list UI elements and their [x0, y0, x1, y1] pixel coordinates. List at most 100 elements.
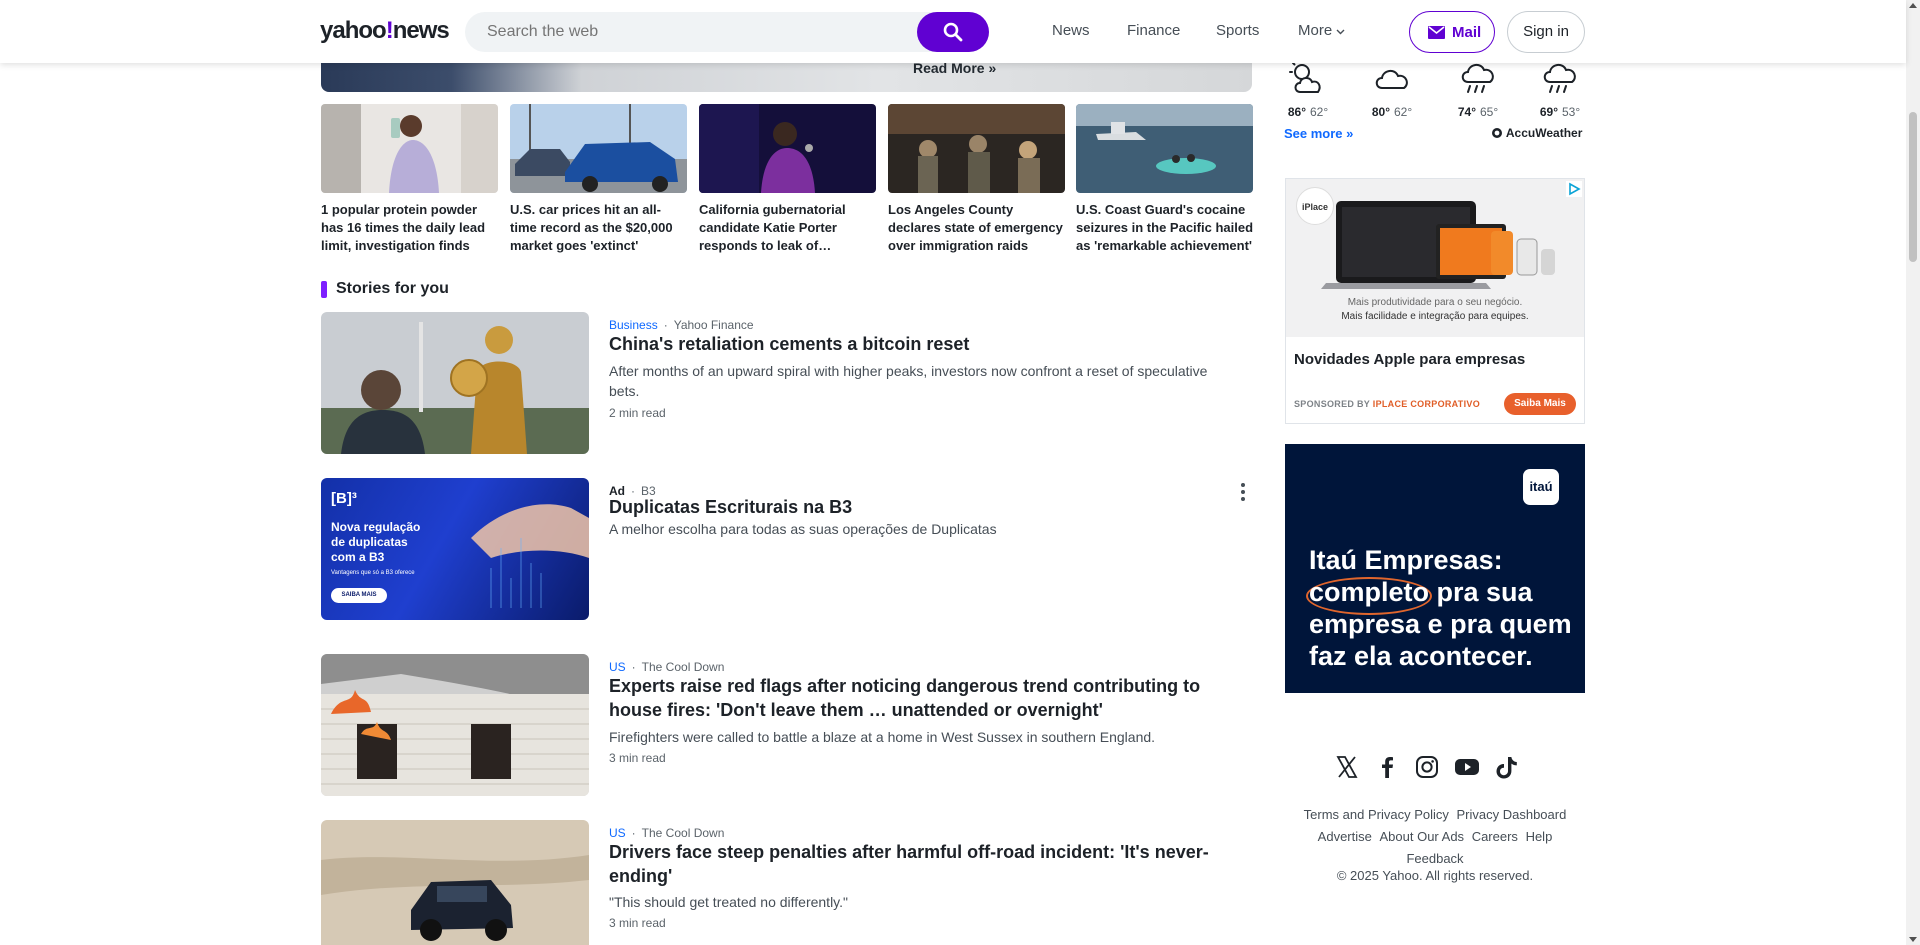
weather-see-more-link[interactable]: See more »	[1284, 126, 1353, 141]
story-item[interactable]: Business · Yahoo Finance China's retaliati…	[321, 312, 1252, 454]
story-description: Firefighters were called to battle a bla…	[609, 729, 1156, 745]
ad-story-item[interactable]: [B]³ Nova regulação de duplicatas com a …	[321, 478, 1252, 620]
search-box	[465, 12, 989, 52]
iplace-cta-button[interactable]: Saiba Mais	[1504, 393, 1576, 415]
logo-prefix: yahoo	[320, 17, 387, 44]
itau-ad-copy: Itaú Empresas: completo pra sua empresa …	[1309, 545, 1572, 671]
nav-sports[interactable]: Sports	[1216, 22, 1259, 39]
story-read-time: 3 min read	[609, 751, 666, 765]
story-title[interactable]: Duplicatas Escriturais na B3	[609, 495, 1229, 519]
instagram-icon[interactable]	[1414, 754, 1440, 780]
footer-link[interactable]: Feedback	[1406, 851, 1463, 866]
story-meta: US · The Cool Down	[609, 826, 725, 840]
story-meta: Business · Yahoo Finance	[609, 318, 754, 332]
page-scrollbar[interactable]	[1906, 0, 1920, 945]
search-icon	[943, 22, 963, 42]
weather-high: 74°	[1457, 105, 1476, 119]
iplace-sponsored-by: SPONSORED BY IPLACE CORPORATIVO	[1294, 399, 1480, 409]
weather-day[interactable]: 80° 62°	[1366, 58, 1418, 119]
footer-link[interactable]: Careers	[1472, 829, 1518, 844]
story-title[interactable]: China's retaliation cements a bitcoin re…	[609, 332, 1229, 356]
partly-sunny-icon	[1289, 58, 1321, 93]
story-meta: US · The Cool Down	[609, 660, 725, 674]
facebook-icon[interactable]	[1374, 754, 1400, 780]
x-icon[interactable]	[1334, 754, 1360, 780]
weather-day[interactable]: 86° 62°	[1282, 58, 1334, 119]
story-item[interactable]: US · The Cool Down Experts raise red flags…	[321, 654, 1252, 796]
weather-low: 62°	[1394, 105, 1413, 119]
nav-finance[interactable]: Finance	[1127, 22, 1180, 39]
rain-icon	[1543, 64, 1576, 93]
thumbnail-image-porter	[699, 104, 876, 193]
top-header: yahoo!news News Finance Sports More Mail…	[0, 0, 1906, 63]
yahoo-news-logo[interactable]: yahoo!news	[320, 17, 450, 45]
search-input[interactable]	[487, 12, 907, 52]
iplace-ad-headline[interactable]: Novidades Apple para empresas	[1294, 351, 1525, 368]
thumbnail-story[interactable]: California gubernatorial candidate Katie…	[699, 104, 876, 255]
scroll-up-arrow-icon[interactable]	[1909, 3, 1917, 8]
story-category[interactable]: US	[609, 826, 626, 840]
mail-label: Mail	[1452, 24, 1482, 41]
thumbnail-story[interactable]: Los Angeles County declares state of eme…	[888, 104, 1065, 255]
mail-button[interactable]: Mail	[1409, 11, 1495, 53]
story-category[interactable]: US	[609, 660, 626, 674]
story-item[interactable]: US · The Cool Down Drivers face steep pena…	[321, 820, 1252, 945]
weather-high: 69°	[1539, 105, 1558, 119]
nav-more[interactable]: More	[1298, 22, 1345, 39]
sponsored-prefix: SPONSORED BY	[1294, 399, 1370, 409]
rain-icon	[1461, 64, 1494, 93]
logo-bang: !	[385, 17, 394, 44]
accuweather-label: AccuWeather	[1505, 126, 1583, 140]
story-description: A melhor escolha para todas as suas oper…	[609, 521, 997, 537]
story-description: "This should get treated no differently.…	[609, 894, 849, 910]
story-read-time: 2 min read	[609, 406, 666, 420]
story-title[interactable]: Drivers face steep penalties after harmf…	[609, 840, 1229, 888]
logo-suffix: news	[392, 17, 450, 44]
itau-ad[interactable]: itaú Itaú Empresas: completo pra sua emp…	[1285, 444, 1585, 693]
thumbnail-story[interactable]: 1 popular protein powder has 16 times th…	[321, 104, 498, 255]
search-button[interactable]	[917, 12, 989, 52]
weather-low: 53°	[1562, 105, 1581, 119]
thumbnail-caption: U.S. Coast Guard's cocaine seizures in t…	[1076, 202, 1254, 253]
thumbnail-image-la	[888, 104, 1065, 193]
footer-link[interactable]: About Our Ads	[1380, 829, 1465, 844]
nav-news[interactable]: News	[1052, 22, 1090, 39]
weather-day[interactable]: 74° 65°	[1452, 58, 1504, 119]
story-description: After months of an upward spiral with hi…	[609, 363, 1208, 399]
scrollbar-thumb[interactable]	[1909, 112, 1917, 262]
ad-b3-small: Vantagens que só a B3 oferece	[331, 570, 415, 576]
thumbnail-story[interactable]: U.S. car prices hit an all-time record a…	[510, 104, 687, 255]
ad-b3-line: com a B3	[331, 550, 385, 564]
ad-b3-line: Nova regulação	[331, 520, 421, 534]
footer-links: Terms and Privacy Policy Privacy Dashboa…	[1290, 804, 1580, 870]
nav-more-label: More	[1298, 22, 1333, 39]
thumbnail-story[interactable]: U.S. Coast Guard's cocaine seizures in t…	[1076, 104, 1253, 255]
ad-image-b3: [B]³ Nova regulação de duplicatas com a …	[321, 478, 589, 620]
iplace-ad-line: Mais facilidade e integração para equipe…	[1341, 311, 1529, 322]
footer-link[interactable]: Help	[1526, 829, 1553, 844]
iplace-ad-image: iPlace Mais produtividade para o seu neg…	[1286, 179, 1584, 337]
tiktok-icon[interactable]	[1494, 754, 1520, 780]
story-source: The Cool Down	[641, 660, 725, 674]
weather-day[interactable]: 69° 53°	[1534, 58, 1586, 119]
thumbnail-image-cars	[510, 104, 687, 193]
thumbnail-image-protein	[321, 104, 498, 193]
scroll-down-arrow-icon[interactable]	[1909, 937, 1917, 942]
weather-low: 62°	[1310, 105, 1329, 119]
story-title[interactable]: Experts raise red flags after noticing d…	[609, 674, 1229, 722]
ad-b3-line: de duplicatas	[331, 535, 408, 549]
footer-link[interactable]: Terms and Privacy Policy	[1304, 807, 1449, 822]
footer-link[interactable]: Advertise	[1318, 829, 1372, 844]
iplace-ad[interactable]: iPlace Mais produtividade para o seu neg…	[1285, 178, 1585, 424]
more-options-icon[interactable]	[1240, 482, 1246, 502]
sign-in-button[interactable]: Sign in	[1507, 11, 1585, 53]
ad-b3-button: SAIBA MAIS	[331, 588, 387, 603]
story-category[interactable]: Business	[609, 318, 658, 332]
accuweather-brand[interactable]: AccuWeather	[1491, 126, 1582, 140]
ad-choices-icon[interactable]	[1566, 181, 1582, 197]
story-image-offroad	[321, 820, 589, 945]
thumbnail-image-coastguard	[1076, 104, 1253, 193]
youtube-icon[interactable]	[1454, 754, 1480, 780]
story-read-time: 3 min read	[609, 916, 666, 930]
footer-link[interactable]: Privacy Dashboard	[1457, 807, 1567, 822]
